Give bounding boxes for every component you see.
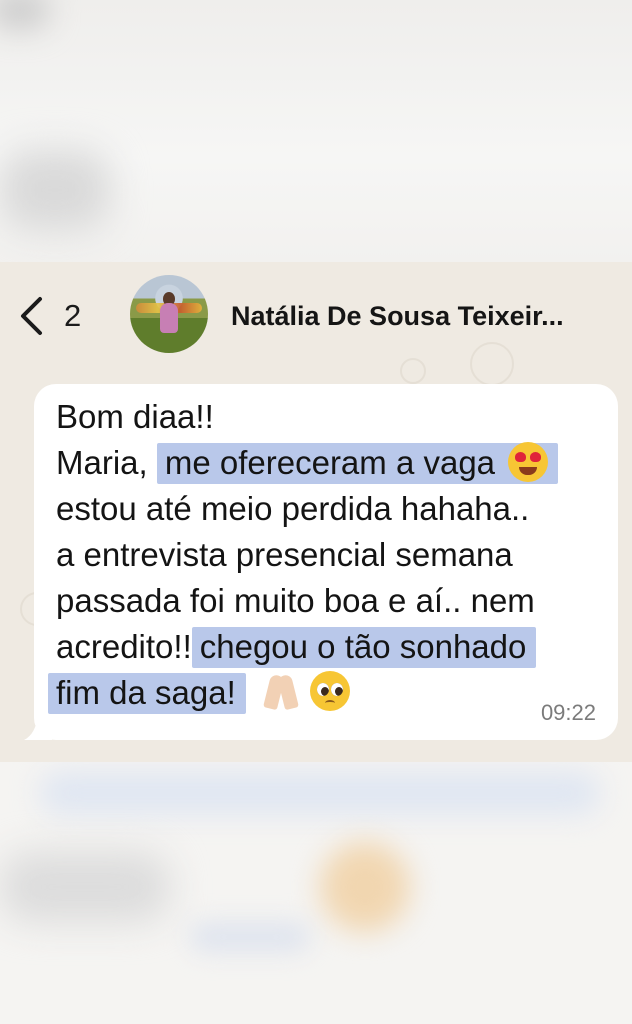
- message-line: fim da saga!: [48, 670, 616, 716]
- highlighted-text: fim da saga!: [48, 673, 246, 714]
- highlighted-text: me ofereceram a vaga: [156, 442, 559, 484]
- message-text-segment: passada foi muito boa e aí.. nem: [56, 582, 535, 619]
- message-text-segment: estou até meio perdida hahaha..: [56, 490, 530, 527]
- blurred-shape: [0, 852, 170, 922]
- greeting-text: Bom diaa!!: [56, 398, 214, 435]
- chat-screenshot: 2 Natália De Sousa Teixeir... Bom diaa!!…: [0, 262, 632, 762]
- blurred-shape: [0, 0, 50, 30]
- message-text-segment: acredito!!: [56, 628, 192, 665]
- chevron-left-icon[interactable]: [18, 296, 44, 336]
- avatar-person: [160, 303, 178, 333]
- heart-eyes-emoji: [508, 442, 549, 483]
- unread-count[interactable]: 2: [64, 296, 81, 336]
- message-line: Bom diaa!!: [56, 394, 616, 440]
- blurred-shape: [0, 150, 110, 230]
- blurred-top-area: [0, 0, 632, 262]
- message-text: Bom diaa!! Maria, me ofereceram a vaga e…: [48, 394, 616, 716]
- message-line: estou até meio perdida hahaha..: [56, 486, 616, 532]
- message-line: acredito!! chegou o tão sonhado: [56, 624, 616, 670]
- blurred-bottom-area: [0, 762, 632, 1024]
- message-text-segment: a entrevista presencial semana: [56, 536, 513, 573]
- avatar[interactable]: [130, 275, 208, 353]
- pleading-face-emoji: [309, 671, 350, 712]
- highlighted-text: chegou o tão sonhado: [191, 627, 537, 668]
- blurred-shape: [190, 922, 310, 952]
- message-line: a entrevista presencial semana: [56, 532, 616, 578]
- message-text-segment: Maria,: [56, 444, 148, 481]
- message-line: Maria, me ofereceram a vaga: [56, 440, 616, 486]
- highlight-text: me ofereceram a vaga: [164, 444, 496, 481]
- chat-header: 2 Natália De Sousa Teixeir...: [0, 262, 632, 372]
- message-line: passada foi muito boa e aí.. nem: [56, 578, 616, 624]
- blurred-shape: [320, 842, 410, 932]
- message-timestamp: 09:22: [540, 700, 596, 725]
- contact-name[interactable]: Natália De Sousa Teixeir...: [231, 296, 564, 336]
- blurred-shape: [40, 772, 600, 814]
- message-bubble[interactable]: Bom diaa!! Maria, me ofereceram a vaga e…: [34, 384, 618, 740]
- praying-hands-emoji: [262, 671, 300, 711]
